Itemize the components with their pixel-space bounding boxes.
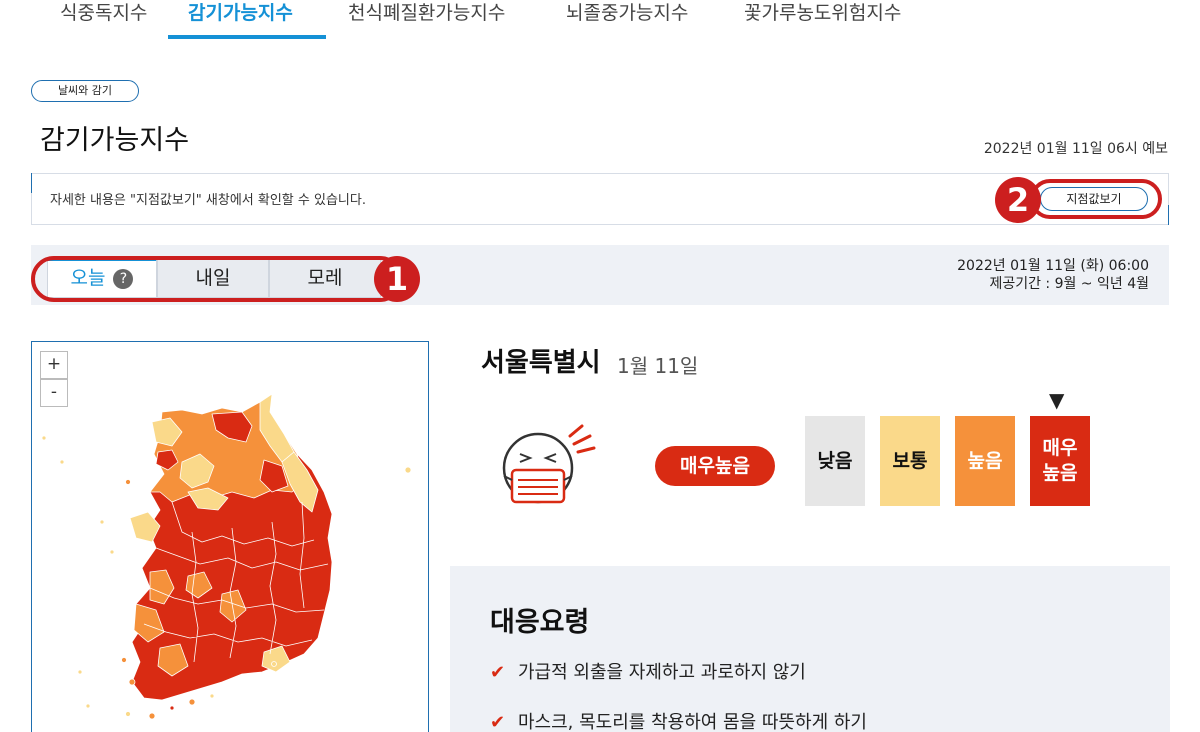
index-tab-bar: 식중독지수 감기가능지수 천식폐질환가능지수 뇌졸중가능지수 꽃가루농도위험지수 <box>0 0 1200 40</box>
korea-map[interactable]: + - <box>31 341 429 732</box>
map-island <box>209 693 215 699</box>
callout-ring-1 <box>31 256 403 302</box>
bar-date-info: 2022년 01월 11일 (화) 06:00 제공기간 : 9월 ~ 익년 4… <box>957 257 1149 293</box>
map-island <box>128 678 136 686</box>
corner-accent <box>1168 205 1169 225</box>
forecast-time: 2022년 01월 11일 06시 예보 <box>983 141 1168 157</box>
level-marker-icon: ▼ <box>1049 388 1065 412</box>
checkmark-icon: ✔ <box>490 712 506 732</box>
response-title: 대응요령 <box>490 607 590 638</box>
map-island <box>169 705 175 711</box>
tab-food-poisoning[interactable]: 식중독지수 <box>60 0 147 38</box>
scale-high: 높음 <box>955 416 1015 506</box>
response-item: ✔ 가급적 외출을 자제하고 과로하지 않기 <box>490 658 806 684</box>
scale-low: 낮음 <box>805 416 865 506</box>
map-island <box>77 669 83 675</box>
response-item: ✔ 마스크, 목도리를 착용하여 몸을 따뜻하게 하기 <box>490 708 867 732</box>
korea-region-map <box>41 393 412 720</box>
map-island <box>109 549 115 555</box>
region-date: 1월 11일 <box>617 354 699 378</box>
corner-accent <box>31 173 32 193</box>
map-island <box>99 519 105 525</box>
bar-period-line: 제공기간 : 9월 ~ 익년 4월 <box>989 276 1149 292</box>
callout-badge-1: 1 <box>374 256 420 302</box>
callout-ring-2 <box>1030 179 1162 219</box>
map-island <box>85 703 91 709</box>
map-island <box>121 657 127 663</box>
scale-normal: 보통 <box>880 416 940 506</box>
map-island <box>59 459 65 465</box>
checkmark-icon: ✔ <box>490 662 506 683</box>
response-guide-panel: 대응요령 ✔ 가급적 외출을 자제하고 과로하지 않기 ✔ 마스크, 목도리를 착용… <box>450 566 1170 732</box>
active-tab-indicator <box>168 35 326 39</box>
map-island <box>41 435 47 441</box>
tab-asthma-index[interactable]: 천식폐질환가능지수 <box>348 0 505 38</box>
map-island <box>188 698 196 706</box>
tab-pollen-index[interactable]: 꽃가루농도위험지수 <box>744 0 901 38</box>
map-island <box>271 661 277 667</box>
breadcrumb[interactable]: 날씨와 감기 <box>31 80 139 102</box>
sick-face-icon <box>502 424 596 504</box>
map-island <box>125 479 131 485</box>
map-island <box>148 712 156 720</box>
map-island <box>404 466 412 474</box>
bar-date-line: 2022년 01월 11일 (화) 06:00 <box>957 258 1149 274</box>
response-item-text: 가급적 외출을 자제하고 과로하지 않기 <box>518 662 806 683</box>
response-item-text: 마스크, 목도리를 착용하여 몸을 따뜻하게 하기 <box>518 712 867 732</box>
notice-text: 자세한 내용은 "지점값보기" 새창에서 확인할 수 있습니다. <box>50 193 366 208</box>
scale-very-high: 매우 높음 <box>1030 416 1090 506</box>
region-name: 서울특별시 <box>481 348 601 378</box>
map-island <box>125 711 131 717</box>
callout-badge-2: 2 <box>995 177 1041 223</box>
tab-cold-index[interactable]: 감기가능지수 <box>188 0 293 38</box>
tab-stroke-index[interactable]: 뇌졸중가능지수 <box>566 0 688 38</box>
page-title: 감기가능지수 <box>40 125 190 156</box>
current-level-badge: 매우높음 <box>655 446 775 486</box>
